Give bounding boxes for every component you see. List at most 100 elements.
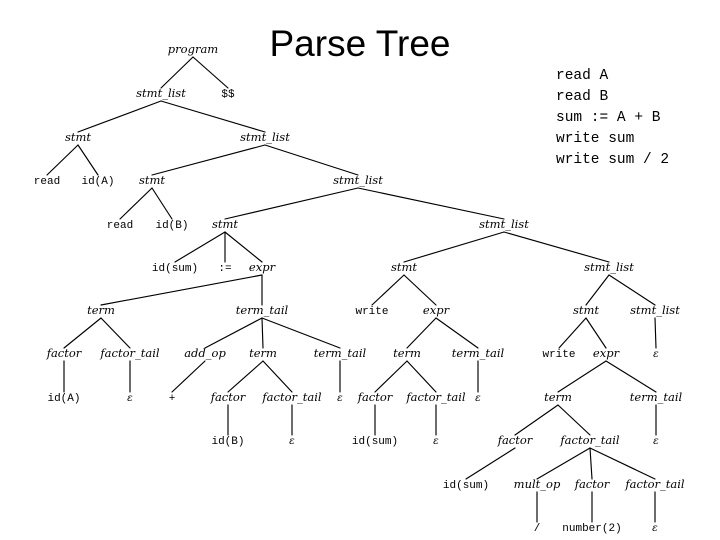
- tree-node-terminal: write: [355, 306, 388, 318]
- tree-edge: [160, 56, 194, 89]
- tree-edge: [63, 317, 102, 349]
- tree-node-nonterminal: factor_tail: [261, 390, 322, 404]
- tree-edge: [261, 317, 264, 349]
- tree-node-nonterminal: stmt_list: [333, 173, 383, 187]
- tree-edge: [261, 317, 341, 349]
- tree-node-nonterminal: stmt_list: [584, 260, 634, 274]
- tree-node-nonterminal: term_tail: [236, 303, 289, 317]
- tree-edge: [46, 144, 79, 176]
- tree-node-nonterminal: term: [544, 390, 572, 404]
- tree-node-nonterminal: term: [87, 303, 115, 317]
- tree-node-terminal: read: [107, 220, 133, 232]
- tree-edge: [224, 231, 263, 263]
- tree-edge: [589, 447, 656, 480]
- tree-node-nonterminal: stmt: [212, 217, 238, 231]
- tree-node-terminal: id(A): [81, 176, 114, 188]
- tree-edge-group: [46, 56, 657, 523]
- tree-node-terminal: id(A): [47, 393, 80, 405]
- tree-node-nonterminal: add_op: [184, 346, 226, 360]
- tree-node-terminal: +: [169, 393, 176, 405]
- tree-node-nonterminal: stmt: [65, 130, 91, 144]
- tree-node-terminal: id(sum): [352, 436, 398, 448]
- tree-node-group: programstmt_list $$stmt stmt_listread id(A)…: [34, 42, 685, 535]
- tree-node-nonterminal: expr: [593, 346, 621, 360]
- tree-edge: [204, 317, 263, 349]
- tree-edge: [374, 360, 408, 393]
- tree-node-nonterminal: term_tail: [452, 346, 505, 360]
- tree-edge: [357, 187, 505, 220]
- tree-edge: [585, 317, 607, 349]
- tree-node-terminal: id(B): [211, 436, 244, 448]
- tree-node-terminal: id(sum): [152, 263, 198, 275]
- tree-edge: [514, 404, 559, 436]
- tree-edge: [100, 274, 263, 306]
- tree-node-nonterminal: term: [393, 346, 421, 360]
- tree-node-nonterminal: stmt: [573, 303, 599, 317]
- tree-edge: [160, 100, 266, 133]
- tree-edge: [403, 231, 505, 263]
- tree-node-terminal: :=: [218, 263, 231, 275]
- tree-node-terminal: read: [34, 176, 60, 188]
- tree-edge: [224, 187, 359, 220]
- tree-node-epsilon: ε: [475, 392, 481, 404]
- tree-edge: [654, 317, 657, 349]
- tree-node-epsilon: ε: [337, 392, 343, 404]
- tree-edge: [171, 360, 206, 393]
- tree-node-nonterminal: factor: [210, 390, 247, 404]
- tree-node-nonterminal: expr: [423, 303, 451, 317]
- tree-edge: [77, 100, 162, 133]
- tree-node-nonterminal: term: [249, 346, 277, 360]
- tree-edge: [262, 360, 293, 393]
- tree-edge: [435, 317, 479, 349]
- tree-node-terminal: id(sum): [443, 480, 489, 492]
- tree-node-terminal: /: [534, 523, 541, 535]
- tree-node-epsilon: ε: [127, 392, 133, 404]
- tree-node-nonterminal: stmt: [139, 173, 165, 187]
- tree-node-nonterminal: factor_tail: [405, 390, 466, 404]
- slide-canvas: Parse Tree read Aread Bsum := A + Bwrite…: [0, 0, 720, 540]
- tree-edge: [536, 447, 591, 480]
- tree-edge: [371, 274, 405, 306]
- tree-node-nonterminal: mult_op: [514, 477, 561, 491]
- tree-node-nonterminal: factor: [497, 433, 534, 447]
- tree-node-nonterminal: factor_tail: [99, 346, 160, 360]
- tree-edge: [503, 231, 610, 263]
- tree-node-epsilon: ε: [653, 435, 659, 447]
- tree-node-nonterminal: stmt_list: [630, 303, 680, 317]
- tree-node-nonterminal: stmt_list: [479, 217, 529, 231]
- tree-node-nonterminal: factor: [46, 346, 83, 360]
- tree-node-terminal: number(2): [562, 523, 621, 535]
- tree-node-nonterminal: term_tail: [314, 346, 367, 360]
- tree-edge: [406, 317, 437, 349]
- tree-node-epsilon: ε: [289, 435, 295, 447]
- tree-edge: [589, 447, 593, 480]
- tree-edge: [557, 404, 591, 436]
- tree-node-nonterminal: expr: [249, 260, 277, 274]
- tree-node-nonterminal: factor_tail: [624, 477, 685, 491]
- parse-tree-diagram: programstmt_list $$stmt stmt_listread id(A)…: [34, 42, 685, 535]
- tree-edge: [403, 274, 437, 306]
- tree-edge: [100, 317, 131, 349]
- tree-node-nonterminal: factor_tail: [559, 433, 620, 447]
- tree-edge: [608, 274, 656, 306]
- tree-node-nonterminal: program: [168, 42, 218, 56]
- tree-node-terminal: id(B): [155, 220, 188, 232]
- tree-edge: [174, 231, 226, 263]
- tree-edge: [192, 56, 229, 89]
- tree-edge: [151, 144, 266, 176]
- tree-node-epsilon: ε: [652, 522, 658, 534]
- tree-edge: [465, 447, 516, 480]
- tree-edge: [77, 144, 99, 176]
- tree-edge: [227, 360, 264, 393]
- tree-node-nonterminal: factor: [574, 477, 611, 491]
- tree-edge: [557, 360, 607, 393]
- tree-edge: [585, 274, 610, 306]
- tree-node-nonterminal: stmt: [391, 260, 417, 274]
- tree-node-terminal: write: [542, 349, 575, 361]
- tree-node-nonterminal: stmt_list: [240, 130, 290, 144]
- tree-edge: [406, 360, 437, 393]
- tree-node-nonterminal: term_tail: [630, 390, 683, 404]
- tree-edge: [151, 187, 173, 220]
- tree-node-terminal: $$: [221, 89, 235, 101]
- tree-edge: [119, 187, 153, 220]
